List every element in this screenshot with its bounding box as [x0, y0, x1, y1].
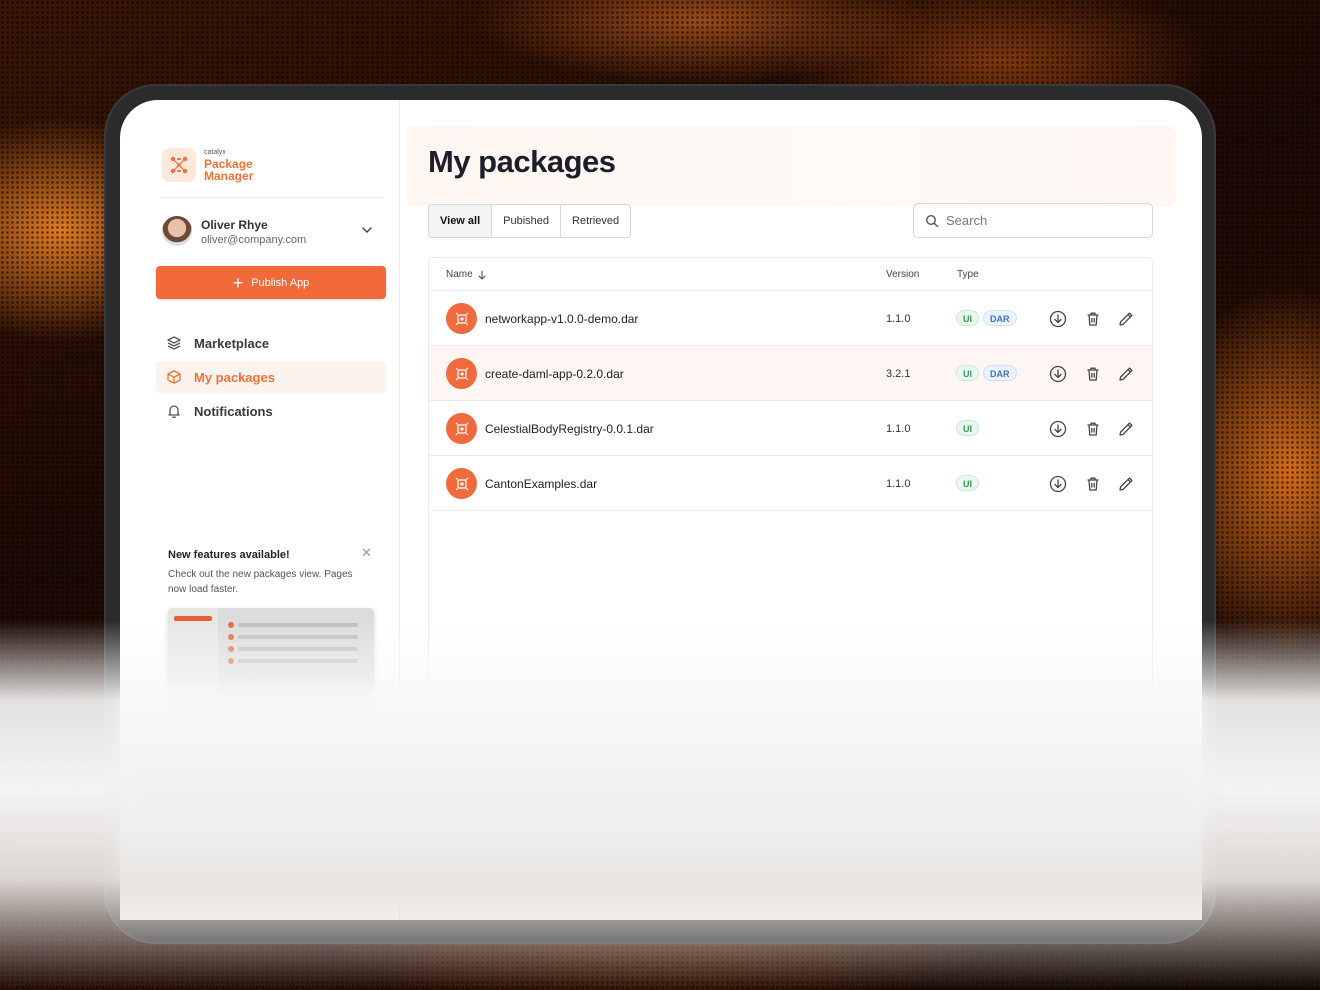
trash-icon: [1087, 312, 1099, 326]
plus-icon: +: [232, 272, 244, 293]
close-icon[interactable]: ✕: [361, 545, 372, 561]
edit-button[interactable]: [1116, 309, 1136, 329]
package-name: networkapp-v1.0.0-demo.dar: [485, 312, 639, 326]
package-version: 3.2.1: [886, 368, 911, 380]
publish-app-label: Publish App: [251, 276, 310, 289]
pencil-icon: [1119, 477, 1133, 491]
promo-title: New features available!: [168, 549, 290, 561]
download-button[interactable]: [1048, 419, 1068, 439]
table-row[interactable]: networkapp-v1.0.0-demo.dar 1.1.0 UI DAR: [429, 291, 1152, 346]
tab-published[interactable]: Pubished: [492, 205, 562, 237]
sidebar-item-notifications[interactable]: Notifications: [156, 395, 386, 427]
app-screen: catalyx Package Manager Oliver Rhye oliv…: [120, 100, 1202, 920]
tab-view-all[interactable]: View all: [429, 205, 493, 237]
cube-icon: [167, 370, 181, 384]
table-row[interactable]: CelestialBodyRegistry-0.0.1.dar 1.1.0 UI: [429, 401, 1152, 456]
table-row[interactable]: CantonExamples.dar 1.1.0 UI: [429, 456, 1152, 511]
user-name: Oliver Rhye: [201, 218, 268, 232]
column-name-label: Name: [446, 269, 473, 280]
package-version: 1.1.0: [886, 423, 911, 435]
edit-button[interactable]: [1116, 364, 1136, 384]
type-badge-dar: DAR: [983, 365, 1017, 381]
packages-table: Name Version Type networkapp-v1.0.0-demo…: [428, 257, 1153, 897]
publish-app-button[interactable]: + Publish App: [156, 266, 386, 299]
user-email: oliver@company.com: [201, 234, 307, 246]
table-row[interactable]: create-daml-app-0.2.0.dar 3.2.1 UI DAR: [429, 346, 1152, 401]
tab-retrieved[interactable]: Retrieved: [561, 205, 630, 237]
promo-text: Check out the new packages view. Pages n…: [168, 569, 353, 595]
package-icon: [446, 468, 477, 499]
download-button[interactable]: [1048, 474, 1068, 494]
download-icon: [1049, 365, 1067, 383]
search-box: [913, 203, 1153, 238]
package-name: create-daml-app-0.2.0.dar: [485, 367, 624, 381]
type-badge-ui: UI: [956, 310, 979, 326]
column-type-header: Type: [957, 269, 979, 280]
download-button[interactable]: [1048, 364, 1068, 384]
promo-card: New features available! ✕ Check out the …: [156, 532, 384, 732]
download-icon: [1049, 420, 1067, 438]
package-version: 1.1.0: [886, 478, 911, 490]
column-name-header[interactable]: Name: [446, 269, 487, 280]
type-badge-ui: UI: [956, 365, 979, 381]
sidebar-item-label: My packages: [194, 369, 275, 385]
download-icon: [1049, 310, 1067, 328]
logo-icon: [162, 148, 196, 182]
edit-button[interactable]: [1116, 419, 1136, 439]
pencil-icon: [1119, 367, 1133, 381]
arrow-down-icon: [478, 269, 486, 280]
sidebar-item-my-packages[interactable]: My packages: [156, 361, 386, 393]
trash-icon: [1087, 422, 1099, 436]
delete-button[interactable]: [1083, 474, 1103, 494]
delete-button[interactable]: [1083, 309, 1103, 329]
package-name: CantonExamples.dar: [485, 477, 598, 491]
filter-tabs: View all Pubished Retrieved: [428, 204, 632, 238]
type-badge-dar: DAR: [983, 310, 1017, 326]
sidebar: catalyx Package Manager Oliver Rhye oliv…: [120, 100, 400, 920]
pencil-icon: [1119, 422, 1133, 436]
sidebar-item-marketplace[interactable]: Marketplace: [156, 327, 386, 359]
sidebar-item-label: Marketplace: [194, 335, 270, 351]
package-icon: [446, 413, 477, 444]
avatar[interactable]: [162, 216, 192, 246]
chevron-down-icon[interactable]: [360, 223, 374, 237]
pencil-icon: [1119, 312, 1133, 326]
bell-icon: [168, 405, 180, 419]
type-badge-ui: UI: [956, 475, 979, 491]
trash-icon: [1087, 477, 1099, 491]
layers-icon: [167, 336, 181, 350]
download-button[interactable]: [1048, 309, 1068, 329]
delete-button[interactable]: [1083, 419, 1103, 439]
page-title: My packages: [428, 144, 616, 179]
column-version-header: Version: [886, 269, 920, 280]
sidebar-item-label: Notifications: [194, 403, 273, 419]
package-version: 1.1.0: [886, 313, 911, 325]
table-header: Name Version Type: [429, 258, 1152, 291]
brand-tagline: catalyx: [204, 149, 226, 156]
edit-button[interactable]: [1116, 474, 1136, 494]
package-name: CelestialBodyRegistry-0.0.1.dar: [485, 422, 654, 436]
search-icon: [925, 214, 939, 227]
trash-icon: [1087, 367, 1099, 381]
package-icon: [446, 303, 477, 334]
delete-button[interactable]: [1083, 364, 1103, 384]
search-input[interactable]: [946, 213, 1136, 228]
type-badge-ui: UI: [956, 420, 979, 436]
brand-name: Package Manager: [204, 157, 254, 183]
package-icon: [446, 358, 477, 389]
promo-preview-image: [168, 608, 374, 712]
download-icon: [1049, 475, 1067, 493]
divider: [160, 197, 384, 198]
